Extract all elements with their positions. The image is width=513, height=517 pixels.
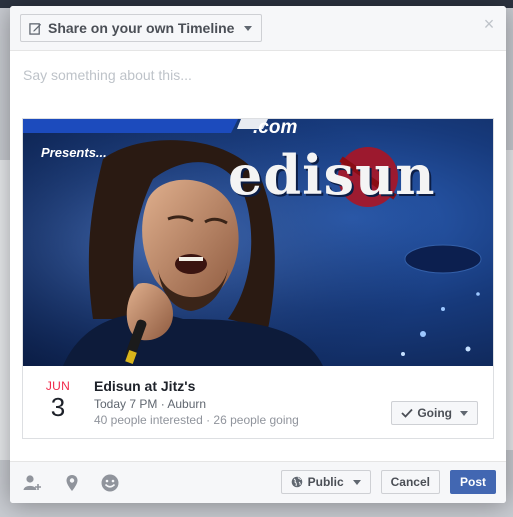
share-dialog: Share on your own Timeline × Say somethi… xyxy=(10,6,506,503)
check-icon xyxy=(401,408,413,418)
tag-friends-icon[interactable] xyxy=(22,473,42,493)
event-date: JUN 3 xyxy=(37,379,79,421)
chevron-down-icon xyxy=(460,410,468,416)
share-destination-dropdown[interactable]: Share on your own Timeline xyxy=(20,14,263,42)
audience-selector[interactable]: Public xyxy=(280,470,371,494)
chevron-down-icon xyxy=(352,479,361,485)
event-details-row: JUN 3 Edisun at Jitz's Today 7 PM · Aubu… xyxy=(23,366,493,438)
edit-icon xyxy=(29,22,42,35)
rsvp-going-label: Going xyxy=(417,406,452,420)
location-pin-icon[interactable] xyxy=(62,473,82,493)
audience-label: Public xyxy=(307,475,344,489)
cover-band-name: edisun xyxy=(228,143,436,207)
event-cover-image[interactable]: .com Presents... edisun xyxy=(23,119,493,366)
feeling-emoji-icon[interactable] xyxy=(100,473,120,493)
dialog-footer: Public Cancel Post xyxy=(10,461,506,503)
event-attachment-card[interactable]: .com Presents... edisun JUN 3 Edisun at … xyxy=(22,118,494,439)
dialog-header: Share on your own Timeline × xyxy=(10,6,506,51)
event-info: Edisun at Jitz's Today 7 PM · Auburn 40 … xyxy=(94,378,299,427)
post-button[interactable]: Post xyxy=(449,470,496,494)
footer-actions: Public Cancel Post xyxy=(280,470,496,494)
composer-input[interactable] xyxy=(23,64,493,86)
share-destination-label: Share on your own Timeline xyxy=(48,20,235,36)
event-day: 3 xyxy=(50,392,66,422)
event-month: JUN xyxy=(45,379,71,393)
event-title[interactable]: Edisun at Jitz's xyxy=(94,378,299,394)
event-time: Today 7 PM · Auburn xyxy=(94,397,207,411)
globe-icon xyxy=(291,476,302,488)
close-icon[interactable]: × xyxy=(482,15,496,33)
chevron-down-icon xyxy=(244,25,253,31)
cover-brand-text: .com xyxy=(253,119,298,138)
cancel-button[interactable]: Cancel xyxy=(380,470,440,494)
event-stats: 40 people interested · 26 people going xyxy=(94,413,299,427)
cover-presents-text: Presents... xyxy=(41,145,107,160)
rsvp-going-button[interactable]: Going xyxy=(391,401,478,425)
